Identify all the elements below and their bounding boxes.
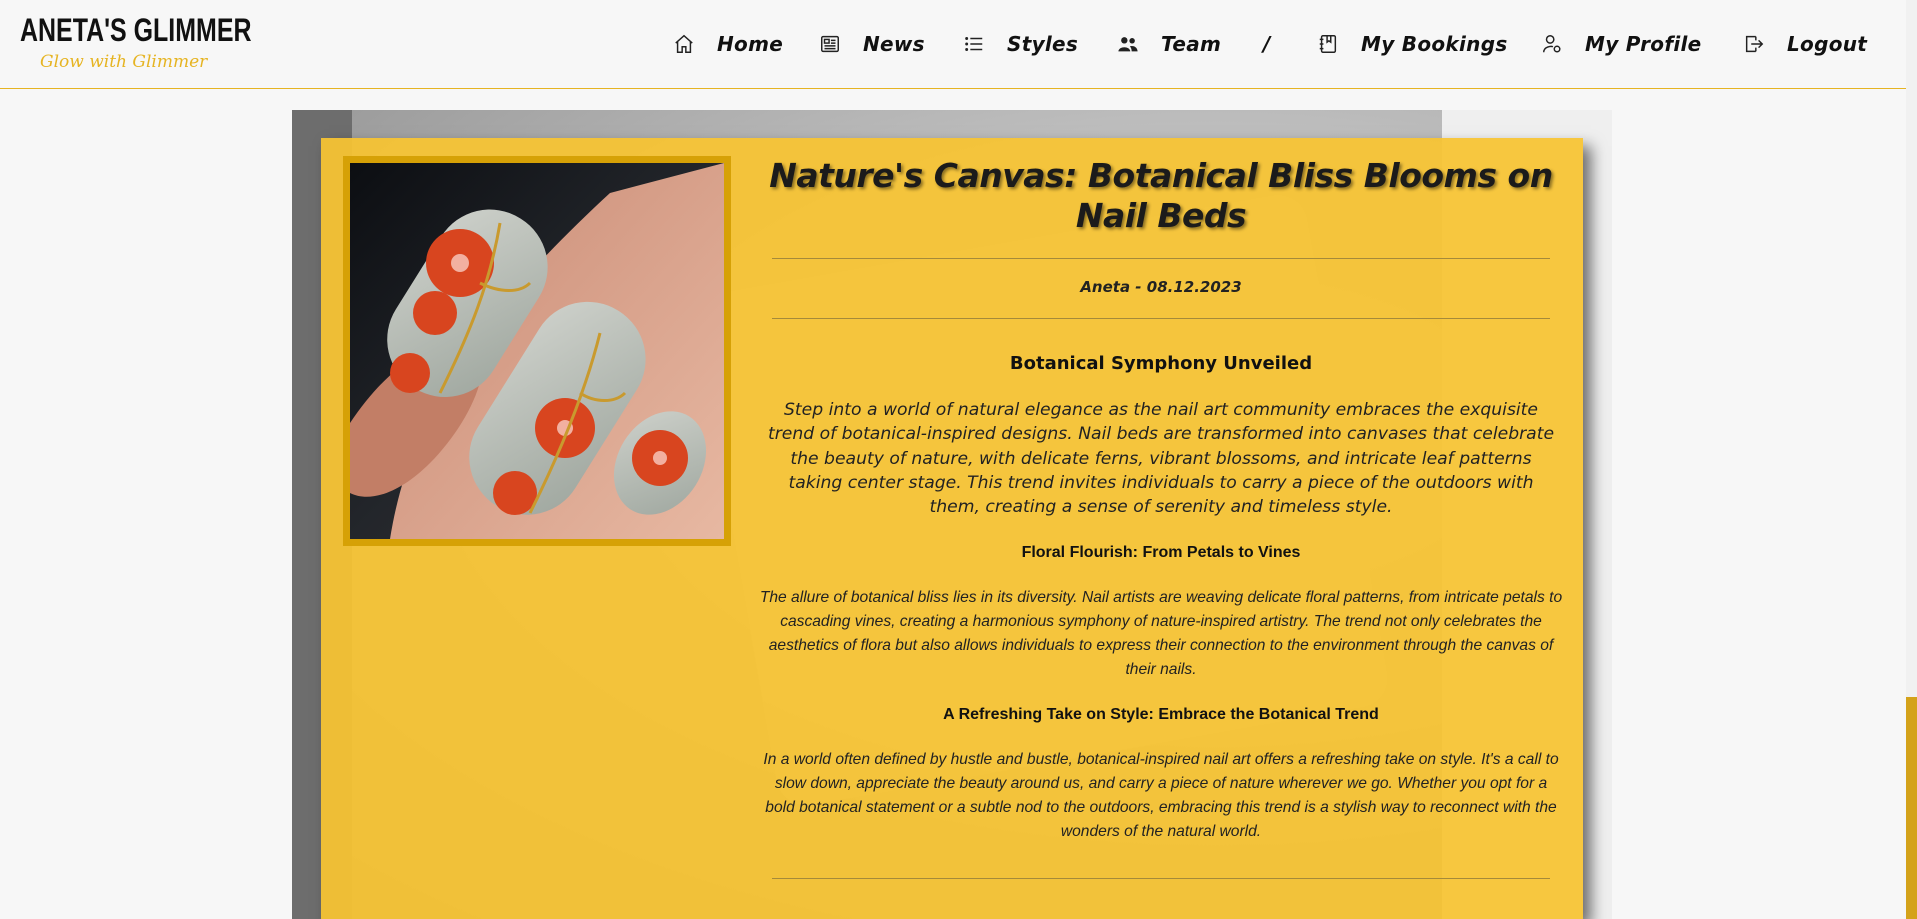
article-image-frame xyxy=(343,156,731,546)
nav-separator: / xyxy=(1263,32,1271,56)
list-icon xyxy=(965,37,983,51)
article-content: Nature's Canvas: Botanical Bliss Blooms … xyxy=(758,156,1564,880)
nail-art-image xyxy=(350,163,724,539)
section-body: Step into a world of natural elegance as… xyxy=(767,400,1555,518)
journal-icon xyxy=(1319,35,1337,53)
nav-item-home[interactable]: Home xyxy=(673,28,783,60)
brand-name: ANETA'S GLIMMER xyxy=(20,12,252,48)
divider xyxy=(772,318,1550,319)
user-gear-icon xyxy=(1543,35,1561,53)
nav-item-team[interactable]: Team xyxy=(1117,28,1221,60)
section-heading: Floral Flourish: From Petals to Vines xyxy=(1021,544,1301,562)
section-body: In a world often defined by hustle and b… xyxy=(763,751,1559,841)
article-meta: Aneta - 08.12.2023 xyxy=(1080,278,1242,296)
section-heading: Botanical Symphony Unveiled xyxy=(1009,353,1313,374)
nav-label: Styles xyxy=(1007,32,1079,56)
nav-label: My Profile xyxy=(1585,32,1702,56)
nav-item-news[interactable]: News xyxy=(819,28,925,60)
nav-label: My Bookings xyxy=(1361,32,1508,56)
nav-item-my-profile[interactable]: My Profile xyxy=(1541,28,1702,60)
nav-label: Home xyxy=(717,32,784,56)
brand-tagline: Glow with Glimmer xyxy=(40,52,208,72)
brand-logo[interactable]: ANETA'S GLIMMER Glow with Glimmer xyxy=(20,12,251,78)
section-heading: A Refreshing Take on Style: Embrace the … xyxy=(943,706,1379,724)
users-icon xyxy=(1118,37,1138,52)
divider xyxy=(772,258,1550,259)
nav-item-logout[interactable]: Logout xyxy=(1743,28,1867,60)
nav-item-my-bookings[interactable]: My Bookings xyxy=(1317,28,1508,60)
newspaper-icon xyxy=(821,35,839,53)
nav-label: Team xyxy=(1161,32,1222,56)
section-body: The allure of botanical bliss lies in it… xyxy=(759,589,1563,679)
home-icon xyxy=(675,34,693,53)
logout-icon xyxy=(1745,35,1764,53)
nav-label: News xyxy=(863,32,925,56)
nav-label: Logout xyxy=(1787,32,1868,56)
divider xyxy=(772,878,1550,880)
article-title: Nature's Canvas: Botanical Bliss Blooms … xyxy=(769,156,1553,235)
navbar: ANETA'S GLIMMER Glow with Glimmer Home N… xyxy=(0,0,1906,89)
scrollbar-thumb[interactable] xyxy=(1906,697,1917,919)
nav-item-styles[interactable]: Styles xyxy=(963,28,1078,60)
